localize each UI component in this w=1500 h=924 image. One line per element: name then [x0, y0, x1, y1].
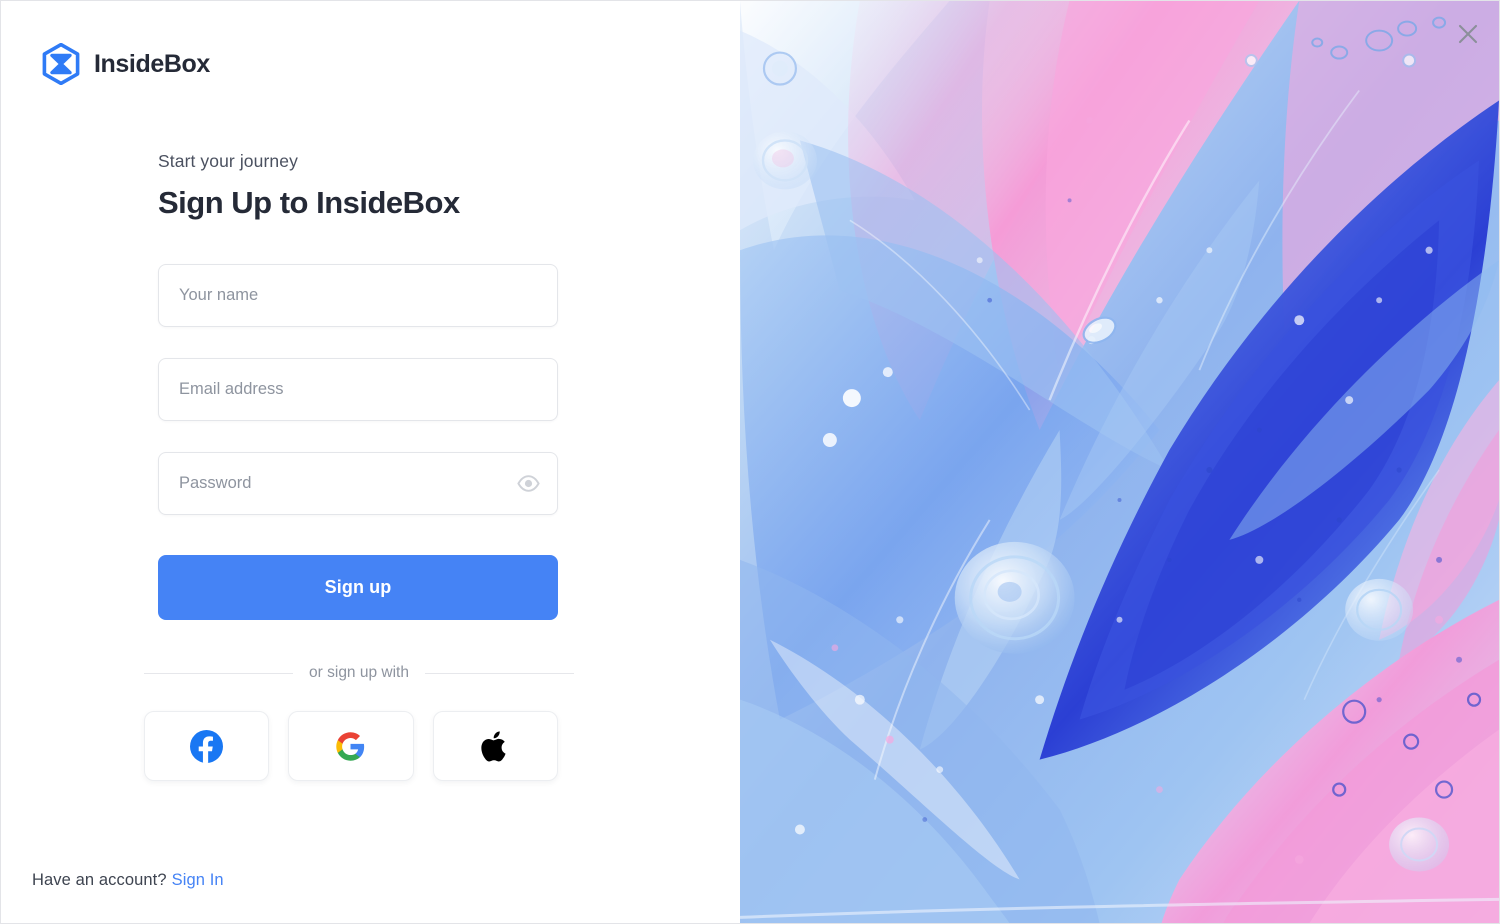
divider-line-left	[144, 672, 294, 674]
brand-logo: InsideBox	[41, 43, 210, 85]
email-field[interactable]	[158, 358, 558, 421]
eye-icon	[516, 475, 540, 492]
facebook-icon	[190, 729, 224, 763]
sign-in-link[interactable]: Sign In	[172, 871, 224, 889]
hexagon-bowtie-icon	[42, 43, 80, 85]
page-title: Sign Up to InsideBox	[158, 185, 460, 220]
divider-line-right	[424, 672, 575, 674]
footer-prompt-text: Have an account?	[32, 871, 167, 889]
close-icon	[1458, 24, 1478, 44]
decorative-artwork-panel	[740, 1, 1499, 923]
name-input[interactable]	[159, 265, 557, 326]
divider: or sign up with	[144, 664, 575, 682]
footer-signin-prompt: Have an account? Sign In	[32, 871, 224, 890]
signup-form-panel: InsideBox Start your journey Sign Up to …	[1, 1, 740, 923]
apple-icon	[481, 730, 506, 762]
signup-form: Start your journey Sign Up to InsideBox …	[144, 151, 575, 781]
password-field[interactable]	[158, 452, 558, 515]
form-eyebrow: Start your journey	[158, 151, 298, 171]
password-input[interactable]	[159, 453, 557, 514]
brand-name: InsideBox	[94, 49, 210, 78]
social-login-row	[144, 711, 558, 781]
email-input[interactable]	[159, 359, 557, 420]
close-button[interactable]	[1451, 17, 1485, 51]
name-field[interactable]	[158, 264, 558, 327]
toggle-password-visibility-button[interactable]	[513, 469, 543, 499]
divider-label: or sign up with	[309, 664, 409, 681]
sign-up-button[interactable]: Sign up	[158, 555, 558, 620]
google-signup-button[interactable]	[288, 711, 414, 781]
facebook-signup-button[interactable]	[144, 711, 270, 781]
fluid-marble-artwork	[740, 1, 1499, 923]
apple-signup-button[interactable]	[432, 711, 558, 781]
google-icon	[336, 731, 365, 761]
signup-page: InsideBox Start your journey Sign Up to …	[0, 0, 1500, 924]
